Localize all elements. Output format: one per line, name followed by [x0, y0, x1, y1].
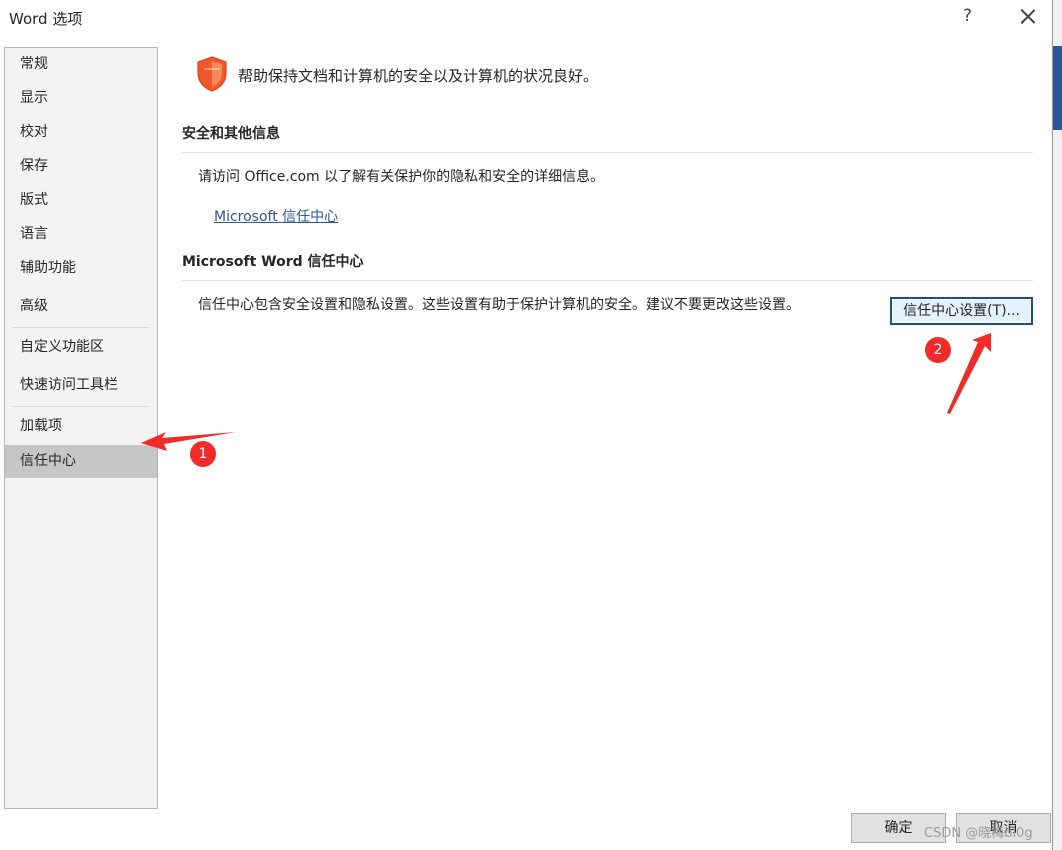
sidebar-item-accessibility[interactable]: 辅助功能	[5, 252, 157, 285]
options-sidebar: 常规 显示 校对 保存 版式 语言 辅助功能 高级 自定义功能区 快速访问工具栏…	[4, 47, 158, 809]
page-headline: 帮助保持文档和计算机的安全以及计算机的状况良好。	[238, 67, 599, 85]
sidebar-item-trust-center[interactable]: 信任中心	[5, 445, 157, 478]
sidebar-item-customize-ribbon[interactable]: 自定义功能区	[5, 331, 157, 364]
security-section-title: 安全和其他信息	[182, 126, 280, 142]
trust-center-settings-button[interactable]: 信任中心设置(T)...	[890, 297, 1033, 325]
word-options-dialog: Word 选项 ? 常规 显示 校对 保存 版式 语言 辅助功能 高级 自定义功…	[0, 0, 1052, 850]
sidebar-item-proofing[interactable]: 校对	[5, 116, 157, 149]
sidebar-item-save[interactable]: 保存	[5, 150, 157, 183]
sidebar-item-display[interactable]: 显示	[5, 82, 157, 115]
watermark-text: CSDN @晓梅bl0g	[924, 826, 1033, 841]
sidebar-divider	[13, 406, 149, 407]
background-window-accent	[1053, 46, 1062, 130]
annotation-badge-2: 2	[925, 337, 951, 363]
section-divider	[182, 280, 1033, 281]
dialog-title: Word 选项	[9, 10, 83, 28]
sidebar-item-general[interactable]: 常规	[5, 48, 157, 81]
background-window-edge	[1052, 0, 1062, 850]
section-divider	[182, 152, 1033, 153]
sidebar-item-layout[interactable]: 版式	[5, 184, 157, 217]
sidebar-item-language[interactable]: 语言	[5, 218, 157, 251]
security-description: 请访问 Office.com 以了解有关保护你的隐私和安全的详细信息。	[198, 169, 605, 185]
shield-icon	[197, 56, 227, 92]
annotation-badge-1: 1	[190, 441, 216, 467]
sidebar-item-add-ins[interactable]: 加载项	[5, 410, 157, 443]
sidebar-item-advanced[interactable]: 高级	[5, 290, 157, 323]
help-icon[interactable]: ?	[963, 6, 972, 26]
trust-description: 信任中心包含安全设置和隐私设置。这些设置有助于保护计算机的安全。建议不要更改这些…	[198, 297, 800, 313]
close-icon[interactable]	[1017, 6, 1039, 28]
trust-center-link[interactable]: Microsoft 信任中心	[214, 206, 338, 226]
sidebar-divider	[13, 327, 149, 328]
sidebar-item-quick-access-toolbar[interactable]: 快速访问工具栏	[5, 369, 157, 402]
trust-section-title: Microsoft Word 信任中心	[182, 254, 364, 270]
